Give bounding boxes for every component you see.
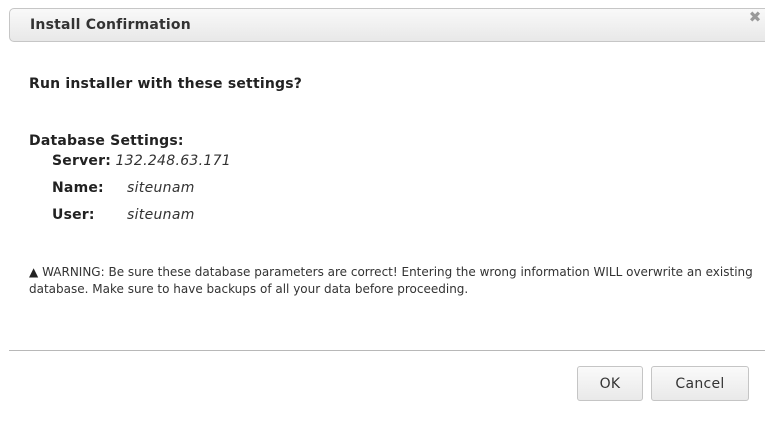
setting-row-name: Name: siteunam — [52, 180, 195, 196]
cancel-button[interactable]: Cancel — [651, 366, 749, 401]
setting-value-name: siteunam — [127, 180, 195, 196]
setting-label-server: Server: — [52, 153, 112, 169]
confirmation-question: Run installer with these settings? — [29, 76, 303, 92]
warning-triangle-icon: ▲ — [29, 265, 39, 279]
setting-value-server: 132.248.63.171 — [115, 153, 231, 169]
footer-divider — [9, 350, 765, 351]
setting-label-name: Name: — [52, 180, 104, 196]
dialog-titlebar: Install Confirmation — [9, 8, 765, 42]
close-icon[interactable]: ✖ — [746, 8, 764, 26]
dialog-title: Install Confirmation — [30, 17, 191, 33]
warning-message: ▲ WARNING: Be sure these database parame… — [29, 264, 759, 298]
install-confirmation-dialog: Install Confirmation ✖ Run installer wit… — [0, 0, 765, 423]
setting-row-user: User: siteunam — [52, 207, 195, 223]
ok-button[interactable]: OK — [577, 366, 643, 401]
setting-label-user: User: — [52, 207, 95, 223]
setting-row-server: Server: 132.248.63.171 — [52, 153, 231, 169]
database-settings-heading: Database Settings: — [29, 133, 184, 149]
setting-value-user: siteunam — [127, 207, 195, 223]
warning-text: WARNING: Be sure these database paramete… — [29, 265, 753, 296]
